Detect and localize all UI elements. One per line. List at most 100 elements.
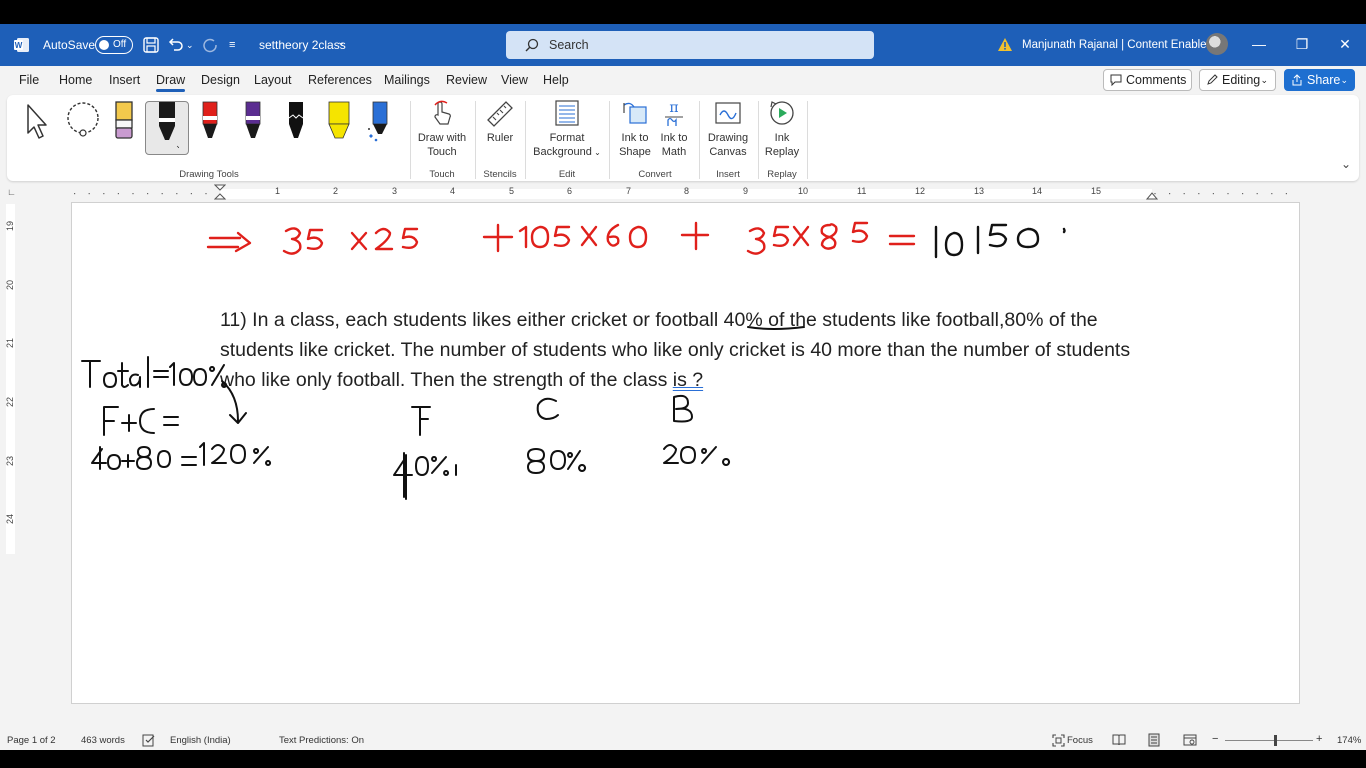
autosave-toggle[interactable]: Off [95,36,133,54]
draw-with-touch-button[interactable]: Draw with Touch [413,99,471,159]
vruler-track [6,204,15,554]
vruler-number: 20 [5,279,16,291]
ruler-number: 6 [567,186,573,196]
comment-icon [1110,74,1122,86]
tab-draw[interactable]: Draw [156,73,186,92]
restore-icon[interactable]: ❐ [1292,34,1312,54]
web-layout-icon[interactable] [1183,734,1197,746]
tab-layout[interactable]: Layout [254,73,292,87]
redo-icon[interactable] [201,36,219,54]
pen-galaxy-blue-icon[interactable] [367,100,391,144]
share-button[interactable]: Share ⌄ [1284,69,1355,91]
print-layout-icon[interactable] [1147,733,1161,747]
tab-help[interactable]: Help [543,73,569,87]
ink-to-shape-label-1: Ink to [621,132,649,144]
doc-name-chevron-icon[interactable]: ⌄ [337,37,345,48]
tab-file[interactable]: File [19,73,39,87]
left-indent-marker-icon[interactable] [214,184,226,200]
page-count[interactable]: Page 1 of 2 [7,735,56,746]
tab-mailings[interactable]: Mailings [384,73,430,87]
ribbon-separator [699,101,700,179]
ruler-tick [161,193,163,195]
warning-icon[interactable] [997,37,1013,52]
proofing-icon[interactable] [142,734,156,747]
right-indent-marker-icon[interactable] [1146,190,1158,200]
format-background-icon [555,100,579,126]
zoom-in-icon[interactable]: + [1316,733,1322,745]
save-icon[interactable] [142,36,160,54]
tab-review[interactable]: Review [446,73,487,87]
ruler-tick [103,193,105,195]
format-background-label-1: Format [549,132,585,144]
tab-design[interactable]: Design [201,73,240,87]
editing-chevron-icon: ⌄ [1260,75,1268,85]
vruler-number: 23 [5,455,16,467]
group-drawing-tools-label: Drawing Tools [179,169,239,180]
ink-to-math-button[interactable]: π Ink to Math [658,99,690,159]
ruler-tick [190,193,192,195]
ink-replay-label-1: Ink [774,132,790,144]
share-icon [1292,74,1302,86]
read-mode-icon[interactable] [1112,734,1126,746]
avatar[interactable] [1206,33,1228,55]
ribbon-separator [475,101,476,179]
pen-purple-icon[interactable] [242,100,264,144]
touch-hand-icon [434,100,451,125]
ruler-tick [1242,193,1244,195]
focus-button[interactable]: Focus [1067,735,1093,746]
ruler-button[interactable]: Ruler [480,99,520,145]
format-background-chevron-icon: ⌄ [591,148,601,157]
search-box[interactable]: Search [506,31,874,59]
tab-view[interactable]: View [501,73,528,87]
pen-red-icon[interactable] [199,100,221,144]
close-icon[interactable]: ✕ [1335,34,1355,54]
select-pointer-icon[interactable] [24,103,50,141]
minimize-icon[interactable]: — [1249,34,1269,54]
ruler-tick [147,193,149,195]
document-name[interactable]: settheory 2class [259,38,346,52]
highlighter-yellow-icon[interactable] [326,100,352,144]
ink-result-10150 [934,223,1066,259]
vruler-number: 19 [5,220,16,232]
document-page[interactable]: 11) In a class, each students likes eith… [71,202,1300,704]
zoom-slider-thumb[interactable] [1274,735,1277,746]
format-background-button[interactable]: Format Background ⌄ [530,99,604,160]
user-name[interactable]: Manjunath Rajanal | Content Enablers [1022,39,1216,51]
drawing-canvas-button[interactable]: Drawing Canvas [707,99,749,159]
ink-to-shape-button[interactable]: Ink to Shape [619,99,651,159]
ruler-number: 1 [275,186,281,196]
tab-home[interactable]: Home [59,73,92,87]
ink-replay-label-2: Replay [764,146,800,158]
ink-left-notes [81,356,272,470]
word-count[interactable]: 463 words [81,735,125,746]
zoom-slider[interactable] [1225,740,1313,741]
ruler-label: Ruler [486,132,514,144]
text-predictions[interactable]: Text Predictions: On [279,735,364,746]
collapse-ribbon-icon[interactable]: ⌄ [1341,157,1351,171]
ruler-tick [1183,193,1185,195]
pen-black-icon[interactable]: ⌄ [155,100,179,150]
search-icon [525,38,539,52]
tab-insert[interactable]: Insert [109,73,140,87]
zoom-level[interactable]: 174% [1337,735,1361,746]
group-convert-label: Convert [638,169,672,180]
comments-button[interactable]: Comments [1103,69,1192,91]
language[interactable]: English (India) [170,735,231,746]
editing-button[interactable]: Editing ⌄ [1199,69,1276,91]
ruler-number: 15 [1091,186,1102,196]
eraser-icon[interactable] [113,100,135,142]
draw-with-touch-label-1: Draw with [417,132,467,144]
tab-references[interactable]: References [308,73,372,87]
customize-qat-icon[interactable]: ≡ [229,36,247,54]
status-bar: Page 1 of 2 463 words English (India) Te… [0,730,1366,750]
zoom-out-icon[interactable]: − [1212,733,1218,745]
drawing-canvas-label-2: Canvas [709,146,747,158]
autosave-state: Off [113,39,127,50]
pencil-black-icon[interactable] [285,100,307,144]
undo-icon[interactable] [167,36,185,54]
ribbon-separator [807,101,808,179]
lasso-select-icon[interactable] [64,101,104,141]
focus-icon [1052,734,1065,747]
ink-replay-button[interactable]: Ink Replay [763,99,801,159]
share-label: Share [1307,73,1341,87]
